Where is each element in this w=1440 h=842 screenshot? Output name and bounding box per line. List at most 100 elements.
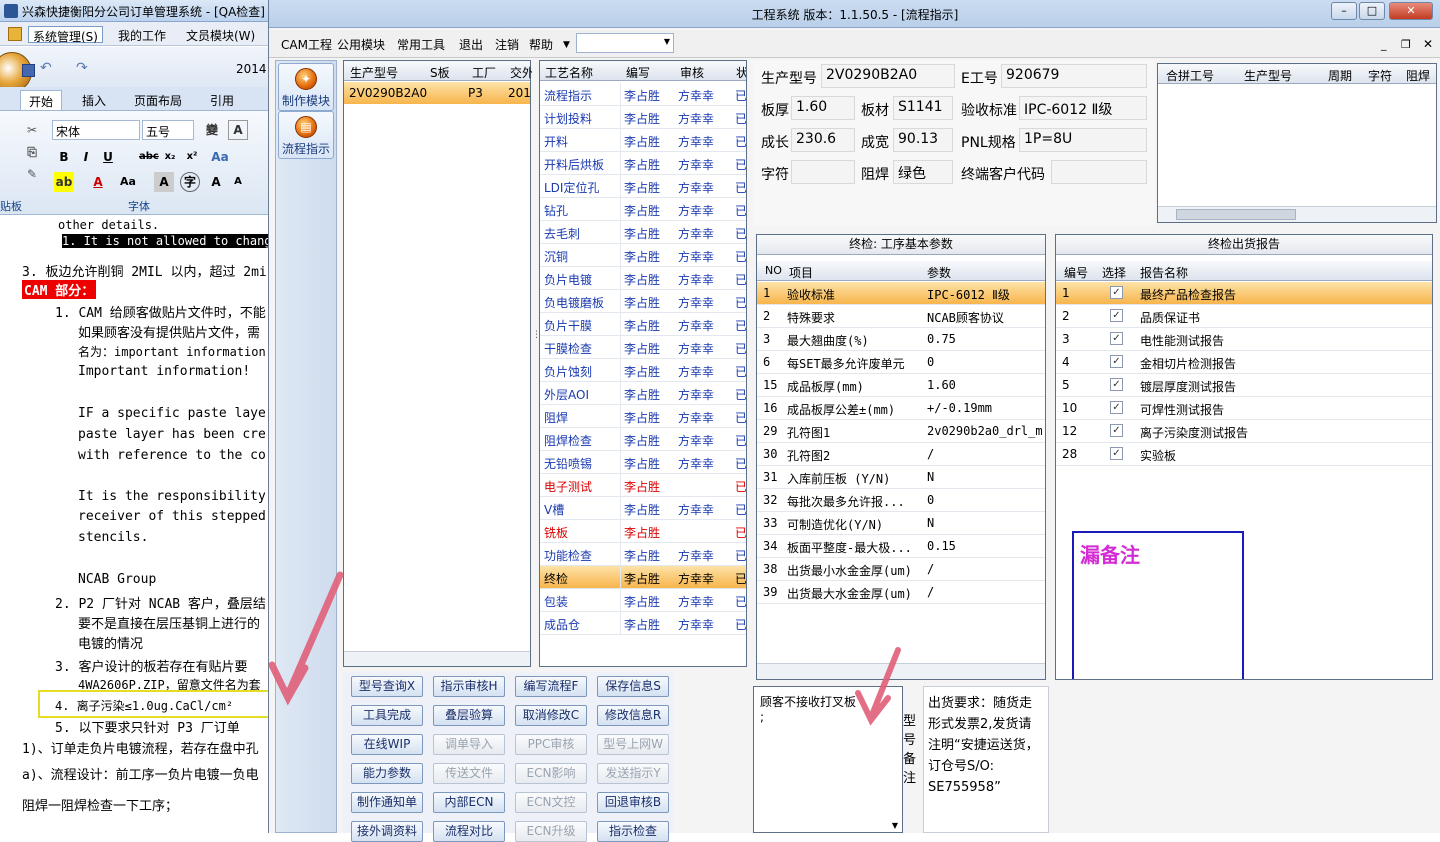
report-row[interactable]: 3 ✓ 电性能测试报告: [1056, 328, 1432, 351]
report-row[interactable]: 2 ✓ 品质保证书: [1056, 305, 1432, 328]
action-button[interactable]: 内部ECN: [433, 792, 505, 813]
process-row[interactable]: 流程指示 李占胜 方幸幸 已: [540, 83, 746, 106]
col-reviewer[interactable]: 审核: [680, 64, 704, 81]
font-color-icon[interactable]: A: [88, 172, 108, 192]
param-row[interactable]: 15 成品板厚(mm) 1.60: [757, 374, 1045, 397]
customer-code-field[interactable]: [1051, 160, 1147, 184]
tab-insert[interactable]: 插入: [74, 90, 114, 110]
col-report-name[interactable]: 报告名称: [1140, 264, 1188, 281]
font-size-select[interactable]: 五号: [142, 120, 194, 140]
change-case-icon[interactable]: Aa: [118, 172, 138, 192]
action-button[interactable]: 型号查询X: [351, 676, 423, 697]
col-delivery[interactable]: 交外: [510, 64, 532, 81]
scroll-thumb[interactable]: [1176, 209, 1296, 220]
param-row[interactable]: 32 每批次最多允许报... 0: [757, 489, 1045, 512]
length-field[interactable]: 230.6: [791, 128, 855, 152]
standard-field[interactable]: IPC-6012 Ⅱ级: [1019, 96, 1147, 120]
params-panel[interactable]: 终检: 工序基本参数 NO 项目 参数 1 验收标准 IPC-6012 Ⅱ级 2 特殊要…: [756, 234, 1046, 680]
menu-exit[interactable]: 退出: [459, 36, 483, 53]
col-report-no[interactable]: 编号: [1064, 264, 1088, 281]
mdi-restore-button[interactable]: ❐: [1401, 38, 1411, 51]
tab-layout[interactable]: 页面布局: [126, 90, 190, 110]
document-area[interactable]: other details. 1. It is not allowed to c…: [0, 216, 270, 833]
param-row[interactable]: 6 每SET最多允许废单元 0: [757, 351, 1045, 374]
process-row[interactable]: 包装 李占胜 方幸幸 已: [540, 589, 746, 612]
process-row[interactable]: 干膜检查 李占胜 方幸幸 已: [540, 336, 746, 359]
menu-logout[interactable]: 注销: [495, 36, 519, 53]
copy-icon[interactable]: ⎘: [22, 142, 42, 162]
menu-common-module[interactable]: 公用模块: [337, 36, 385, 53]
report-checkbox[interactable]: ✓: [1110, 286, 1123, 299]
process-row[interactable]: 开料 李占胜 方幸幸 已: [540, 129, 746, 152]
param-row[interactable]: 39 出货最大水金金厚(um) /: [757, 581, 1045, 604]
undo-icon[interactable]: ↶: [40, 60, 52, 76]
pnl-field[interactable]: 1P=8U: [1019, 128, 1147, 152]
action-button[interactable]: 指示检查: [597, 821, 669, 842]
material-field[interactable]: S1141: [893, 96, 953, 120]
report-checkbox[interactable]: ✓: [1110, 355, 1123, 368]
tab-references[interactable]: 引用: [202, 90, 242, 110]
italic-button[interactable]: I: [76, 147, 96, 167]
merge-grid[interactable]: 合拼工号 生产型号 周期 字符 阻焊: [1157, 63, 1437, 223]
action-button[interactable]: 取消修改C: [515, 705, 587, 726]
action-button[interactable]: 叠层验算: [433, 705, 505, 726]
param-row[interactable]: 34 板面平整度-最大极... 0.15: [757, 535, 1045, 558]
clear-format-icon[interactable]: Aa: [210, 147, 230, 167]
process-row[interactable]: 阻焊 李占胜 方幸幸 已: [540, 405, 746, 428]
process-row[interactable]: 终检 李占胜 方幸幸 已: [540, 566, 746, 589]
report-row[interactable]: 28 ✓ 实验板: [1056, 443, 1432, 466]
action-button[interactable]: 编写流程F: [515, 676, 587, 697]
report-checkbox[interactable]: ✓: [1110, 401, 1123, 414]
report-checkbox[interactable]: ✓: [1110, 332, 1123, 345]
col-mask[interactable]: 阻焊: [1406, 67, 1430, 84]
menu-cam[interactable]: CAM工程: [281, 36, 332, 53]
minimize-button[interactable]: –: [1331, 2, 1357, 20]
action-button[interactable]: 传送文件: [433, 763, 505, 784]
menu-clerk[interactable]: 文员模块(W): [182, 26, 259, 43]
splitter-grip-icon[interactable]: ⋮: [532, 330, 541, 346]
reports-panel[interactable]: 终检出货报告 编号 选择 报告名称 1 ✓ 最终产品检查报告 2 ✓ 品质保证书 3 ✓ 电性能…: [1055, 234, 1433, 680]
report-checkbox[interactable]: ✓: [1110, 309, 1123, 322]
action-button[interactable]: 能力参数: [351, 763, 423, 784]
params-hscroll[interactable]: [757, 663, 1045, 679]
menu-tools[interactable]: 常用工具: [397, 36, 445, 53]
shipping-remark[interactable]: 出货要求：随货走形式发票2,发货请注明“安捷运送货，订仓号S/O: SE7559…: [923, 686, 1049, 833]
param-row[interactable]: 29 孔符图1 2v0290b2a0_drl_ma: [757, 420, 1045, 443]
process-row[interactable]: 开料后烘板 李占胜 方幸幸 已: [540, 152, 746, 175]
col-period[interactable]: 周期: [1328, 67, 1352, 84]
customer-remark[interactable]: 顾客不接收打叉板 ; ▼: [753, 686, 903, 833]
char-field[interactable]: [791, 160, 855, 184]
param-row[interactable]: 33 可制造优化(Y/N) N: [757, 512, 1045, 535]
process-row[interactable]: 计划投料 李占胜 方幸幸 已: [540, 106, 746, 129]
process-row[interactable]: 铣板 李占胜 已: [540, 520, 746, 543]
process-grid[interactable]: 工艺名称 编写 审核 状 流程指示 李占胜 方幸幸已计划投料 李占胜 方幸幸已开料 李占胜…: [539, 60, 747, 667]
model-field[interactable]: 2V0290B2A0: [821, 64, 955, 88]
order-grid-hscroll[interactable]: [344, 651, 530, 666]
menu-system[interactable]: 系统管理(S): [28, 26, 103, 44]
process-guide-button[interactable]: ▤ 流程指示: [278, 111, 334, 159]
char-border-icon[interactable]: A: [228, 120, 248, 140]
order-grid[interactable]: 生产型号 S板 工厂 交外 2V0290B2A0 P3 2016: [343, 60, 532, 667]
process-row[interactable]: 沉铜 李占胜 方幸幸 已: [540, 244, 746, 267]
col-factory[interactable]: 工厂: [472, 64, 502, 81]
action-button[interactable]: 回退审核B: [597, 792, 669, 813]
char-shading-icon[interactable]: A: [154, 172, 174, 192]
report-checkbox[interactable]: ✓: [1110, 378, 1123, 391]
action-button[interactable]: 接外调资料: [351, 821, 423, 842]
param-row[interactable]: 2 特殊要求 NCAB顾客协议: [757, 305, 1045, 328]
process-row[interactable]: 阻焊检查 李占胜 方幸幸 已: [540, 428, 746, 451]
report-row[interactable]: 5 ✓ 镀层厚度测试报告: [1056, 374, 1432, 397]
col-writer[interactable]: 编写: [626, 64, 650, 81]
col-param[interactable]: 参数: [927, 264, 951, 281]
cut-icon[interactable]: ✂: [22, 120, 42, 140]
param-row[interactable]: 1 验收标准 IPC-6012 Ⅱ级: [757, 282, 1045, 305]
solder-mask-field[interactable]: 绿色: [893, 160, 953, 184]
mdi-minimize-button[interactable]: _: [1381, 38, 1387, 51]
enclose-char-icon[interactable]: 字: [180, 172, 200, 192]
process-row[interactable]: 负片蚀刻 李占胜 方幸幸 已: [540, 359, 746, 382]
font-name-select[interactable]: 宋体: [52, 120, 140, 140]
strikethrough-button[interactable]: abc: [138, 147, 159, 167]
process-row[interactable]: 负片电镀 李占胜 方幸幸 已: [540, 267, 746, 290]
merge-grid-hscroll[interactable]: [1158, 206, 1436, 222]
underline-button[interactable]: U: [98, 147, 118, 167]
